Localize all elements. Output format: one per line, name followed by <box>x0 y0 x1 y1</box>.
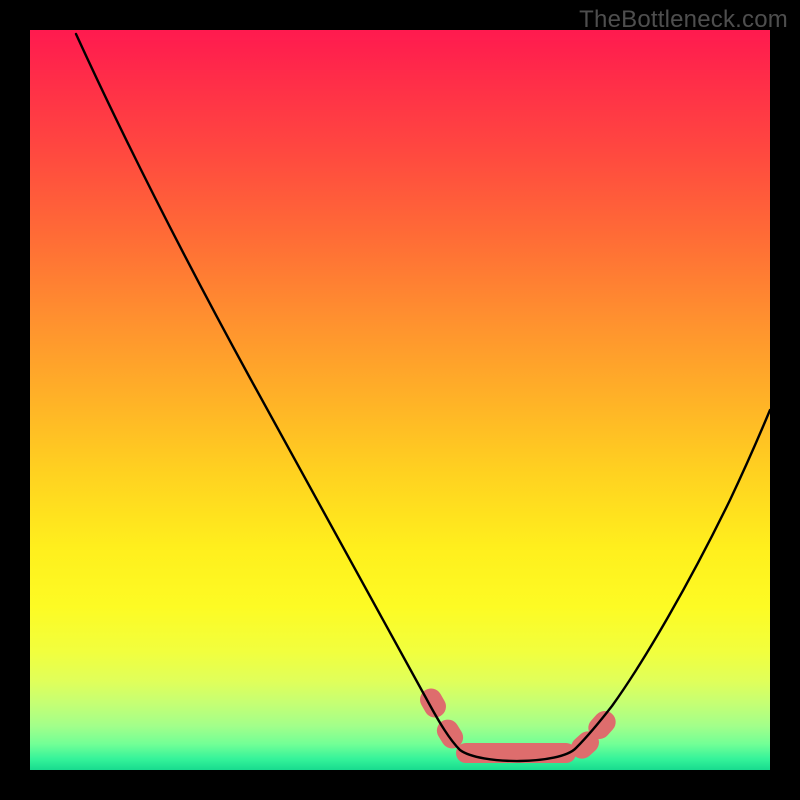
curve-path <box>76 34 770 761</box>
watermark-text: TheBottleneck.com <box>579 6 788 34</box>
bottleneck-curve <box>30 30 770 770</box>
plot-area <box>30 30 770 770</box>
